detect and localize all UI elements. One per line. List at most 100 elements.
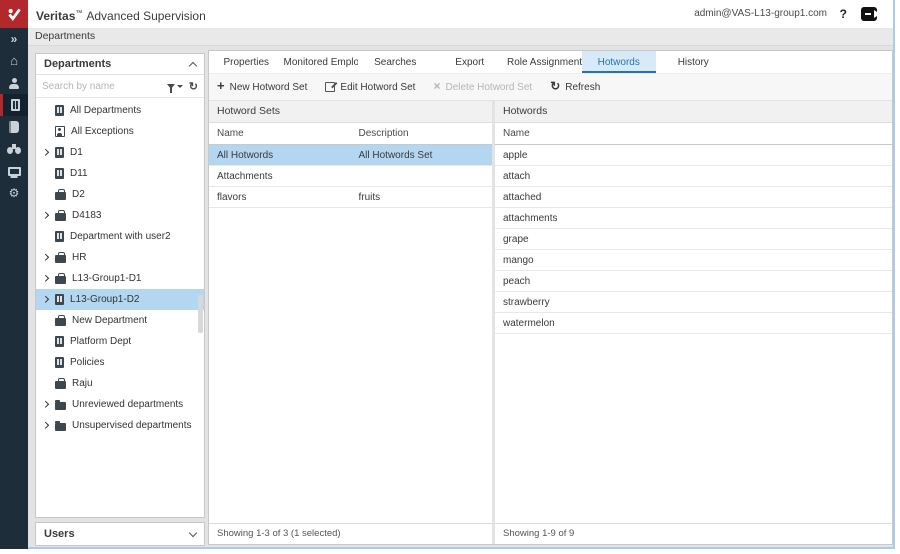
veritas-logo: [0, 0, 28, 28]
hotword-row-attach[interactable]: attach: [495, 166, 892, 187]
tree-item-department-with-user2[interactable]: Department with user2: [36, 226, 204, 247]
briefcase-icon: [55, 188, 66, 200]
users-panel-title: Users: [44, 528, 75, 540]
building-icon: [55, 357, 64, 368]
hotword-row-attached[interactable]: attached: [495, 187, 892, 208]
refresh-tree-icon[interactable]: [183, 77, 198, 95]
nav-home-button[interactable]: [0, 50, 28, 72]
column-description[interactable]: Description: [351, 128, 493, 139]
tab-monitored-employees[interactable]: Monitored Employees: [284, 51, 359, 73]
departments-panel-header[interactable]: Departments: [36, 54, 204, 75]
tree-item-d1[interactable]: D1: [36, 142, 204, 163]
building-icon: [55, 168, 64, 179]
department-icon: [11, 99, 20, 111]
tree-item-policies[interactable]: Policies: [36, 352, 204, 373]
briefcase-icon: [55, 251, 66, 263]
expand-chevron-icon[interactable]: [42, 254, 55, 261]
edit-pencil-icon: [325, 82, 336, 92]
nav-expand-button[interactable]: [0, 28, 28, 50]
hotwords-column-headers: Name: [495, 123, 892, 145]
tree-item-platform-dept[interactable]: Platform Dept: [36, 331, 204, 352]
gears-icon: [9, 184, 20, 202]
building-icon: [55, 231, 64, 242]
hotwords-status: Showing 1-9 of 9: [495, 523, 892, 544]
tree-item-l13-group1-d1[interactable]: L13-Group1-D1: [36, 268, 204, 289]
refresh-button[interactable]: Refresh: [550, 81, 600, 93]
department-search-row: [36, 75, 204, 98]
tree-item-unreviewed-departments[interactable]: Unreviewed departments: [36, 394, 204, 415]
collapse-chevron-icon[interactable]: [188, 61, 198, 70]
building-icon: [55, 294, 64, 305]
column-name[interactable]: Name: [495, 128, 538, 139]
nav-settings-button[interactable]: [0, 182, 28, 204]
tree-item-raju[interactable]: Raju: [36, 373, 204, 394]
monitor-icon: [7, 166, 21, 176]
tree-scrollbar-thumb[interactable]: [198, 295, 203, 333]
hotword-set-row-flavors[interactable]: flavors fruits: [209, 187, 492, 208]
search-input[interactable]: [42, 80, 167, 92]
notebook-icon: [9, 121, 19, 133]
filter-icon[interactable]: [166, 83, 175, 93]
hotwords-panel: Hotwords Name apple attach attached atta…: [495, 101, 892, 523]
product-name: Advanced Supervision: [86, 9, 206, 23]
hotword-row-peach[interactable]: peach: [495, 271, 892, 292]
hotword-sets-column-headers: Name Description: [209, 123, 492, 145]
trademark: ™: [75, 10, 83, 17]
expand-chevron-icon[interactable]: [42, 275, 55, 282]
brand-name: Veritas: [36, 9, 76, 23]
tree-item-d2[interactable]: D2: [36, 184, 204, 205]
tree-item-all-exceptions[interactable]: All Exceptions: [36, 121, 204, 142]
tree-item-d4183[interactable]: D4183: [36, 205, 204, 226]
hotword-sets-panel: Hotword Sets Name Description All Hotwor…: [209, 101, 492, 523]
nav-monitor-button[interactable]: [0, 160, 28, 182]
users-panel-header[interactable]: Users: [35, 522, 205, 546]
binoculars-icon: [7, 144, 21, 154]
nav-search-button[interactable]: [0, 138, 28, 160]
plus-icon: [217, 81, 225, 93]
delete-hotword-set-button[interactable]: Delete Hotword Set: [433, 81, 532, 93]
tree-item-hr[interactable]: HR: [36, 247, 204, 268]
hotword-set-row-attachments[interactable]: Attachments: [209, 166, 492, 187]
expand-chevron-icon[interactable]: [188, 528, 198, 537]
hotword-set-row-all-hotwords[interactable]: All Hotwords All Hotwords Set: [209, 145, 492, 166]
tab-history[interactable]: History: [656, 51, 731, 73]
hotword-row-mango[interactable]: mango: [495, 250, 892, 271]
hotword-row-apple[interactable]: apple: [495, 145, 892, 166]
exception-icon: [55, 126, 65, 137]
hotword-row-watermelon[interactable]: watermelon: [495, 313, 892, 334]
hotword-row-strawberry[interactable]: strawberry: [495, 292, 892, 313]
nav-notebook-button[interactable]: [0, 116, 28, 138]
tree-item-all-departments[interactable]: All Departments: [36, 100, 204, 121]
tree-item-l13-group1-d2[interactable]: L13-Group1-D2: [36, 289, 204, 310]
top-bar: Veritas™ Advanced Supervision admin@VAS-L…: [0, 0, 893, 28]
expand-chevron-icon[interactable]: [42, 296, 55, 303]
tree-item-new-department[interactable]: New Department: [36, 310, 204, 331]
tab-export[interactable]: Export: [433, 51, 508, 73]
hotword-row-grape[interactable]: grape: [495, 229, 892, 250]
hotword-sets-title: Hotword Sets: [209, 101, 492, 123]
refresh-icon: [550, 81, 560, 93]
column-name[interactable]: Name: [209, 128, 351, 139]
help-button[interactable]: ?: [840, 0, 847, 28]
building-icon: [55, 336, 64, 347]
tab-properties[interactable]: Properties: [209, 51, 284, 73]
tab-searches[interactable]: Searches: [358, 51, 433, 73]
expand-chevron-icon[interactable]: [42, 422, 55, 429]
veritas-logo-icon: [7, 8, 21, 21]
nav-user-button[interactable]: [0, 72, 28, 94]
briefcase-icon: [55, 314, 66, 326]
expand-chevron-icon[interactable]: [42, 401, 55, 408]
hotword-row-attachments[interactable]: attachments: [495, 208, 892, 229]
user-icon: [8, 77, 20, 89]
tree-item-d11[interactable]: D11: [36, 163, 204, 184]
logout-icon[interactable]: [861, 7, 880, 21]
tab-hotwords[interactable]: Hotwords: [581, 51, 656, 73]
expand-chevron-icon[interactable]: [42, 149, 55, 156]
edit-hotword-set-button[interactable]: Edit Hotword Set: [325, 82, 415, 93]
tree-item-unsupervised-departments[interactable]: Unsupervised departments: [36, 415, 204, 436]
new-hotword-set-button[interactable]: New Hotword Set: [217, 81, 308, 93]
nav-departments-button[interactable]: [0, 94, 28, 116]
tab-role-assignment[interactable]: Role Assignment: [507, 51, 582, 73]
folder-icon: [55, 399, 66, 410]
expand-chevron-icon[interactable]: [42, 212, 55, 219]
